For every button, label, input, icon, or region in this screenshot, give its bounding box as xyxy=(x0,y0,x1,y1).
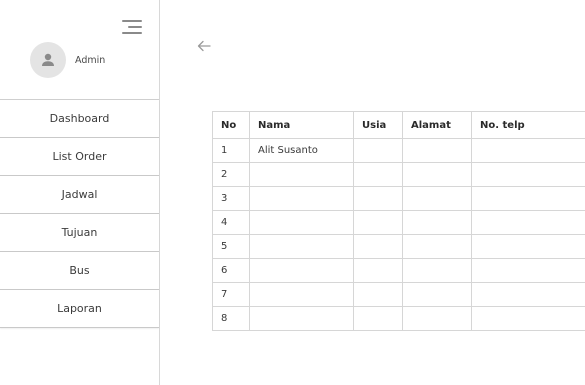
cell-usia xyxy=(353,138,403,163)
table-row: 1 Alit Susanto xyxy=(212,138,585,163)
order-table: No Nama Usia Alamat No. telp 1 Alit Susan… xyxy=(212,111,585,331)
cell-no: 7 xyxy=(212,282,250,307)
cell-usia xyxy=(353,258,403,283)
table-row: 8 xyxy=(212,306,585,331)
table-row: 5 xyxy=(212,234,585,259)
cell-nama xyxy=(249,162,354,187)
column-header-usia: Usia xyxy=(353,111,403,139)
cell-nama xyxy=(249,234,354,259)
cell-no: 5 xyxy=(212,234,250,259)
column-header-alamat: Alamat xyxy=(402,111,472,139)
column-header-no: No xyxy=(212,111,250,139)
cell-nama xyxy=(249,282,354,307)
cell-nama: Alit Susanto xyxy=(249,138,354,163)
hamburger-line xyxy=(128,26,142,28)
sidebar-item-jadwal[interactable]: Jadwal xyxy=(0,176,159,214)
sidebar-item-laporan[interactable]: Laporan xyxy=(0,290,159,328)
cell-no-telp xyxy=(471,282,585,307)
cell-usia xyxy=(353,162,403,187)
sidebar-item-bus[interactable]: Bus xyxy=(0,252,159,290)
cell-alamat xyxy=(402,186,472,211)
cell-nama xyxy=(249,258,354,283)
cell-alamat xyxy=(402,258,472,283)
cell-usia xyxy=(353,306,403,331)
cell-alamat xyxy=(402,162,472,187)
sidebar-menu: Dashboard List Order Jadwal Tujuan Bus L… xyxy=(0,99,159,328)
cell-nama xyxy=(249,186,354,211)
cell-alamat xyxy=(402,282,472,307)
sidebar: Admin Dashboard List Order Jadwal Tujuan… xyxy=(0,0,160,385)
cell-alamat xyxy=(402,138,472,163)
cell-no-telp xyxy=(471,210,585,235)
cell-usia xyxy=(353,234,403,259)
sidebar-item-dashboard[interactable]: Dashboard xyxy=(0,100,159,138)
user-profile: Admin xyxy=(30,42,105,78)
cell-no: 4 xyxy=(212,210,250,235)
cell-no: 1 xyxy=(212,138,250,163)
column-header-no-telp: No. telp xyxy=(471,111,585,139)
user-name: Admin xyxy=(75,54,106,66)
hamburger-line xyxy=(122,20,142,22)
table-row: 4 xyxy=(212,210,585,235)
cell-usia xyxy=(353,210,403,235)
cell-alamat xyxy=(402,210,472,235)
sidebar-item-tujuan[interactable]: Tujuan xyxy=(0,214,159,252)
table-row: 7 xyxy=(212,282,585,307)
user-icon xyxy=(42,53,54,66)
sidebar-item-list-order[interactable]: List Order xyxy=(0,138,159,176)
cell-nama xyxy=(249,210,354,235)
cell-usia xyxy=(353,186,403,211)
column-header-nama: Nama xyxy=(249,111,354,139)
cell-no-telp xyxy=(471,138,585,163)
cell-no-telp xyxy=(471,234,585,259)
cell-no-telp xyxy=(471,186,585,211)
cell-nama xyxy=(249,306,354,331)
cell-no: 6 xyxy=(212,258,250,283)
hamburger-line xyxy=(122,32,142,34)
app-window: Admin Dashboard List Order Jadwal Tujuan… xyxy=(0,0,585,385)
hamburger-icon[interactable] xyxy=(122,19,142,35)
table-row: 6 xyxy=(212,258,585,283)
avatar xyxy=(30,42,66,78)
cell-no-telp xyxy=(471,306,585,331)
table-header-row: No Nama Usia Alamat No. telp xyxy=(212,111,585,139)
cell-no: 3 xyxy=(212,186,250,211)
cell-no: 8 xyxy=(212,306,250,331)
cell-no-telp xyxy=(471,162,585,187)
table-body: 1 Alit Susanto 2 3 4 5 6 7 8 xyxy=(212,138,585,331)
cell-usia xyxy=(353,282,403,307)
table-row: 3 xyxy=(212,186,585,211)
cell-alamat xyxy=(402,306,472,331)
arrow-left-icon[interactable] xyxy=(197,40,211,52)
cell-no: 2 xyxy=(212,162,250,187)
cell-no-telp xyxy=(471,258,585,283)
cell-alamat xyxy=(402,234,472,259)
table-row: 2 xyxy=(212,162,585,187)
